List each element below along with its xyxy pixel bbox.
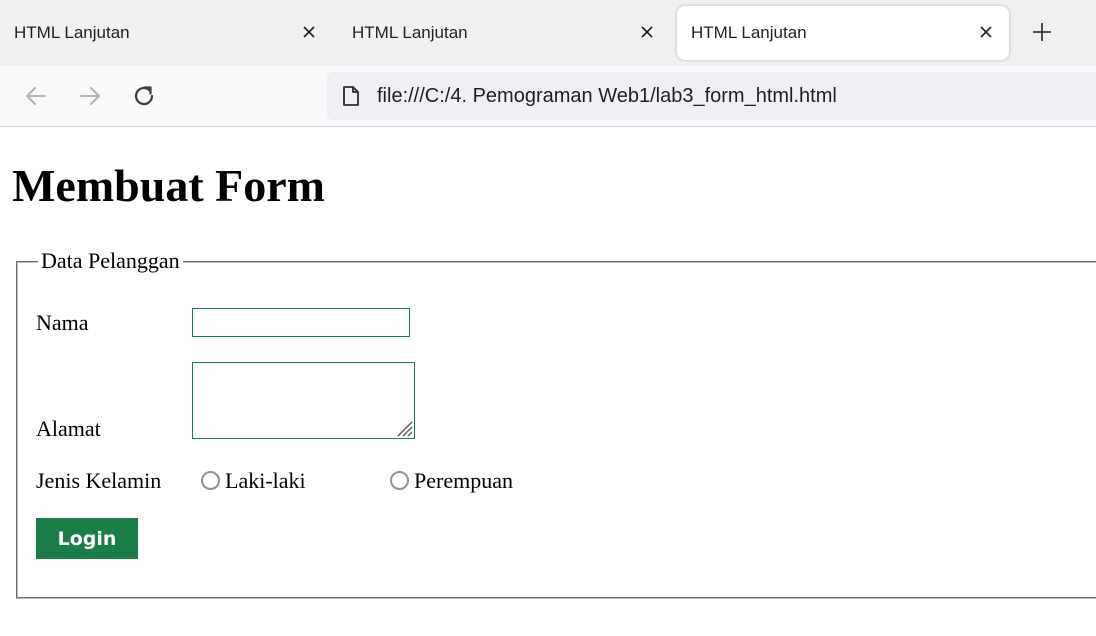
- fieldset-legend: Data Pelanggan: [38, 247, 183, 276]
- tab-title: HTML Lanjutan: [691, 23, 807, 42]
- nama-input[interactable]: [192, 308, 410, 337]
- nama-label: Nama: [36, 310, 89, 335]
- back-arrow-icon[interactable]: [23, 83, 49, 109]
- tab-title: HTML Lanjutan: [14, 23, 130, 42]
- navigation-toolbar: file:///C:/4. Pemograman Web1/lab3_form_…: [0, 66, 1096, 127]
- close-icon[interactable]: [638, 23, 656, 41]
- close-icon[interactable]: [300, 23, 318, 41]
- resize-handle-icon[interactable]: [393, 417, 413, 437]
- page-title: Membuat Form: [12, 160, 325, 211]
- jenis-kelamin-label: Jenis Kelamin: [36, 468, 162, 493]
- tab-strip: HTML Lanjutan HTML Lanjutan HTML Lanjuta…: [0, 0, 1096, 66]
- reload-icon[interactable]: [131, 83, 157, 109]
- url-text[interactable]: file:///C:/4. Pemograman Web1/lab3_form_…: [377, 85, 837, 108]
- radio-perempuan-label: Perempuan: [414, 468, 513, 493]
- tab-title: HTML Lanjutan: [352, 23, 468, 42]
- alamat-label: Alamat: [36, 416, 101, 441]
- radio-laki-laki-label: Laki-laki: [225, 468, 306, 493]
- address-bar[interactable]: file:///C:/4. Pemograman Web1/lab3_form_…: [327, 72, 1096, 120]
- page-content: Membuat Form Data Pelanggan Nama Alamat …: [0, 127, 1096, 636]
- alamat-textarea[interactable]: [192, 362, 415, 439]
- radio-laki-laki[interactable]: [201, 471, 220, 490]
- page-icon: [341, 85, 361, 107]
- customer-fieldset: Data Pelanggan: [16, 247, 1096, 599]
- tab-1[interactable]: HTML Lanjutan: [0, 6, 332, 60]
- radio-perempuan[interactable]: [390, 471, 409, 490]
- close-icon[interactable]: [977, 23, 995, 41]
- forward-arrow-icon[interactable]: [77, 83, 103, 109]
- new-tab-plus-icon[interactable]: [1030, 20, 1054, 44]
- tab-2[interactable]: HTML Lanjutan: [338, 6, 670, 60]
- login-button[interactable]: Login: [36, 518, 138, 559]
- tab-3-active[interactable]: HTML Lanjutan: [677, 6, 1009, 60]
